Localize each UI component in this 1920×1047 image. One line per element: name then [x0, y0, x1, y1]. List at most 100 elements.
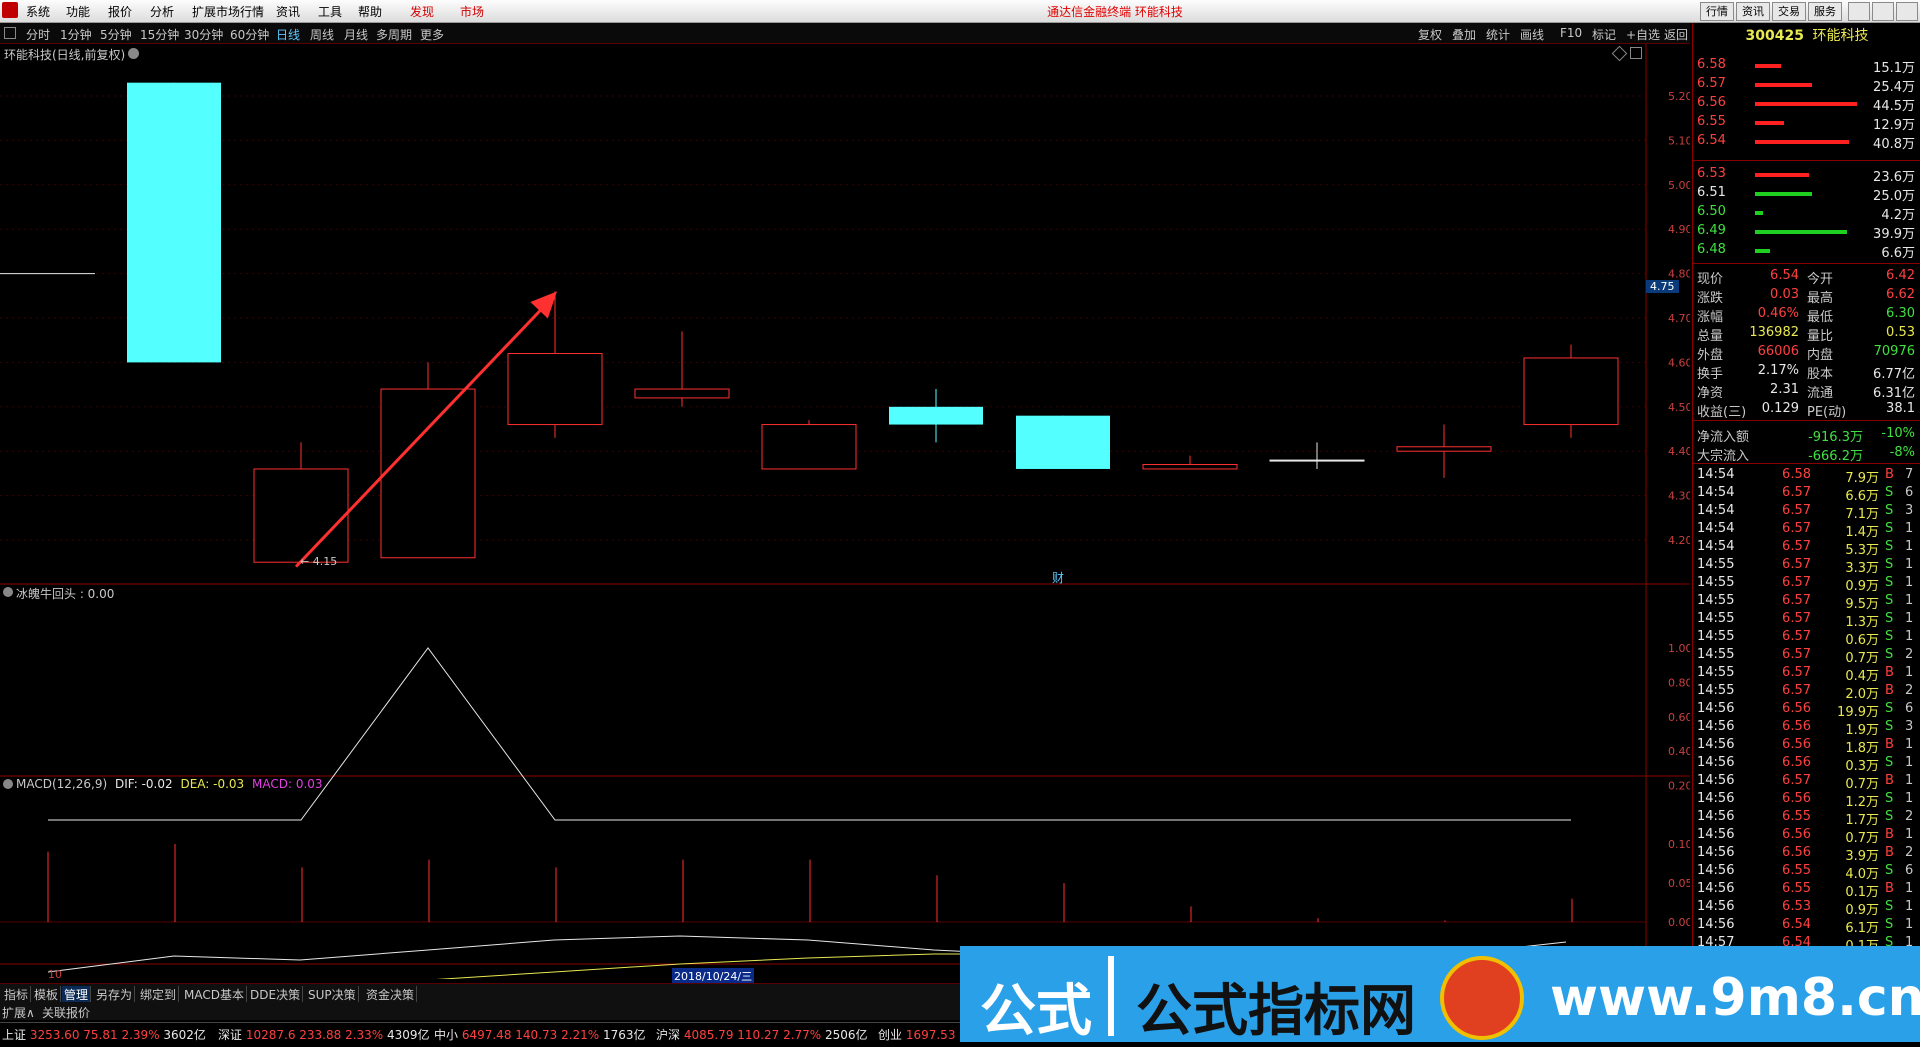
tick-side: S	[1885, 521, 1894, 536]
indicator-tab-6[interactable]: DDE决策	[248, 986, 304, 1003]
period-tab-3[interactable]: 15分钟	[140, 26, 179, 43]
period-tab-4[interactable]: 30分钟	[184, 26, 223, 43]
chart-tool-7[interactable]: 返回	[1664, 26, 1688, 43]
tick-count: 3	[1905, 719, 1914, 734]
menu-item-0[interactable]: 系统	[26, 3, 50, 20]
tick-row: 14:56 6.56 1.8万 B 1	[1697, 736, 1917, 756]
chart-area[interactable]: 5.20 5.10 5.00 4.90 4.80 4.70 4.60 4.50 4.40 4.30…	[0, 44, 1690, 984]
bid-row-0[interactable]: 6.53 23.6万	[1697, 165, 1917, 185]
top-right-button-3[interactable]: 服务	[1808, 2, 1842, 21]
tick-price: 6.57	[1782, 557, 1811, 572]
period-tab-0[interactable]: 分时	[26, 26, 50, 43]
bid-row-4[interactable]: 6.48 6.6万	[1697, 241, 1917, 261]
period-tab-6[interactable]: 日线	[276, 26, 300, 43]
period-tab-2[interactable]: 5分钟	[100, 26, 132, 43]
candle-body	[761, 424, 857, 470]
tick-row: 14:55 6.57 0.9万 S 1	[1697, 574, 1917, 594]
bid-row-2[interactable]: 6.50 4.2万	[1697, 203, 1917, 223]
chart-tool-3[interactable]: 画线	[1520, 26, 1544, 43]
indicator-tab-1[interactable]: 模板	[32, 986, 62, 1003]
finance-marker[interactable]: 财	[1052, 569, 1064, 586]
tick-count: 1	[1905, 773, 1914, 788]
index-item-3[interactable]: 沪深 4085.79 110.27 2.77% 2506亿	[656, 1026, 868, 1043]
extension-tab-0[interactable]: 扩展∧	[2, 1004, 35, 1021]
ask-row-2[interactable]: 6.56 44.5万	[1697, 94, 1917, 114]
bid-price: 6.50	[1697, 204, 1726, 219]
quote-row-6: 净资 2.31 流通 6.31亿	[1697, 381, 1917, 401]
quote-row-5: 换手 2.17% 股本 6.77亿	[1697, 362, 1917, 382]
index-amount: 3602亿	[159, 1028, 206, 1042]
ask-row-0[interactable]: 6.58 15.1万	[1697, 56, 1917, 76]
toggle-panel-icon[interactable]	[4, 27, 16, 39]
indicator-tab-5[interactable]: MACD基本	[182, 986, 247, 1003]
menu-item-red-0[interactable]: 发现	[410, 3, 434, 20]
tick-row: 14:54 6.57 6.6万 S 6	[1697, 484, 1917, 504]
chart-tool-0[interactable]: 复权	[1418, 26, 1442, 43]
period-tab-9[interactable]: 多周期	[376, 26, 412, 43]
index-item-4[interactable]: 创业 1697.53	[878, 1026, 955, 1043]
index-item-2[interactable]: 中小 6497.48 140.73 2.21% 1763亿	[434, 1026, 646, 1043]
tick-price: 6.58	[1782, 467, 1811, 482]
indicator-tab-8[interactable]: 资金决策	[364, 986, 418, 1003]
chart-tool-4[interactable]: F10	[1560, 26, 1582, 40]
maximize-icon[interactable]	[1872, 2, 1894, 21]
chart-tool-5[interactable]: 标记	[1592, 26, 1616, 43]
chart-tool-6[interactable]: +自选	[1626, 26, 1660, 43]
tick-time: 14:54	[1697, 539, 1735, 554]
menu-item-3[interactable]: 分析	[150, 3, 174, 20]
indicator-settings-icon[interactable]	[3, 587, 13, 597]
tick-count: 1	[1905, 557, 1914, 572]
period-tab-8[interactable]: 月线	[344, 26, 368, 43]
indicator-tab-2[interactable]: 管理	[62, 986, 92, 1003]
period-tab-1[interactable]: 1分钟	[60, 26, 92, 43]
menu-bar: 系统 功能 报价 分析 扩展市场行情 资讯 工具 帮助 发现 市场 通达信金融终端 环能科技 行情…	[0, 0, 1920, 23]
menu-item-red-1[interactable]: 市场	[460, 3, 484, 20]
tick-time: 14:56	[1697, 881, 1735, 896]
minimize-icon[interactable]	[1848, 2, 1870, 21]
period-tab-7[interactable]: 周线	[310, 26, 334, 43]
menu-item-1[interactable]: 功能	[66, 3, 90, 20]
ask-row-1[interactable]: 6.57 25.4万	[1697, 75, 1917, 95]
chart-tool-1[interactable]: 叠加	[1452, 26, 1476, 43]
chart-tool-2[interactable]: 统计	[1486, 26, 1510, 43]
index-item-1[interactable]: 深证 10287.6 233.88 2.33% 4309亿	[218, 1026, 430, 1043]
bid-row-3[interactable]: 6.49 39.9万	[1697, 222, 1917, 242]
tick-count: 7	[1905, 467, 1914, 482]
bid-row-1[interactable]: 6.51 25.0万	[1697, 184, 1917, 204]
price-axis-label: 5.00	[1668, 179, 1690, 192]
ask-row-4[interactable]: 6.54 40.8万	[1697, 132, 1917, 152]
period-tab-5[interactable]: 60分钟	[230, 26, 269, 43]
menu-item-4[interactable]: 扩展市场行情	[192, 3, 264, 20]
tick-time: 14:56	[1697, 755, 1735, 770]
index-item-0[interactable]: 上证 3253.60 75.81 2.39% 3602亿	[2, 1026, 206, 1043]
top-right-button-2[interactable]: 交易	[1772, 2, 1806, 21]
chart-settings-icon[interactable]	[128, 48, 139, 59]
menu-item-2[interactable]: 报价	[108, 3, 132, 20]
tick-price: 6.56	[1782, 827, 1811, 842]
menu-item-6[interactable]: 工具	[318, 3, 342, 20]
indicator-tab-7[interactable]: SUP决策	[306, 986, 359, 1003]
tick-row: 14:56 6.56 0.3万 S 1	[1697, 754, 1917, 774]
indicator-tab-0[interactable]: 指标	[2, 986, 32, 1003]
quote-value: 70976	[1873, 344, 1915, 359]
top-right-button-1[interactable]: 资讯	[1736, 2, 1770, 21]
period-tab-10[interactable]: 更多	[420, 26, 444, 43]
macd-settings-icon[interactable]	[3, 779, 13, 789]
quote-divider	[1693, 263, 1920, 264]
chart-maximize-icon[interactable]	[1630, 47, 1642, 59]
close-icon[interactable]	[1896, 2, 1918, 21]
ask-row-3[interactable]: 6.55 12.9万	[1697, 113, 1917, 133]
quote-value: 6.54	[1770, 268, 1799, 283]
indicator-tab-3[interactable]: 另存为	[94, 986, 136, 1003]
ask-volume: 15.1万	[1873, 61, 1915, 76]
top-right-button-0[interactable]: 行情	[1700, 2, 1734, 21]
menu-item-7[interactable]: 帮助	[358, 3, 382, 20]
bid-volume: 23.6万	[1873, 170, 1915, 185]
quote-label: 净资	[1697, 386, 1724, 401]
extension-tab-1[interactable]: 关联报价	[42, 1004, 90, 1021]
ticks-divider	[1693, 463, 1920, 464]
menu-item-5[interactable]: 资讯	[276, 3, 300, 20]
indicator-tab-4[interactable]: 绑定到	[138, 986, 180, 1003]
ask-price: 6.56	[1697, 95, 1726, 110]
tick-price: 6.55	[1782, 863, 1811, 878]
